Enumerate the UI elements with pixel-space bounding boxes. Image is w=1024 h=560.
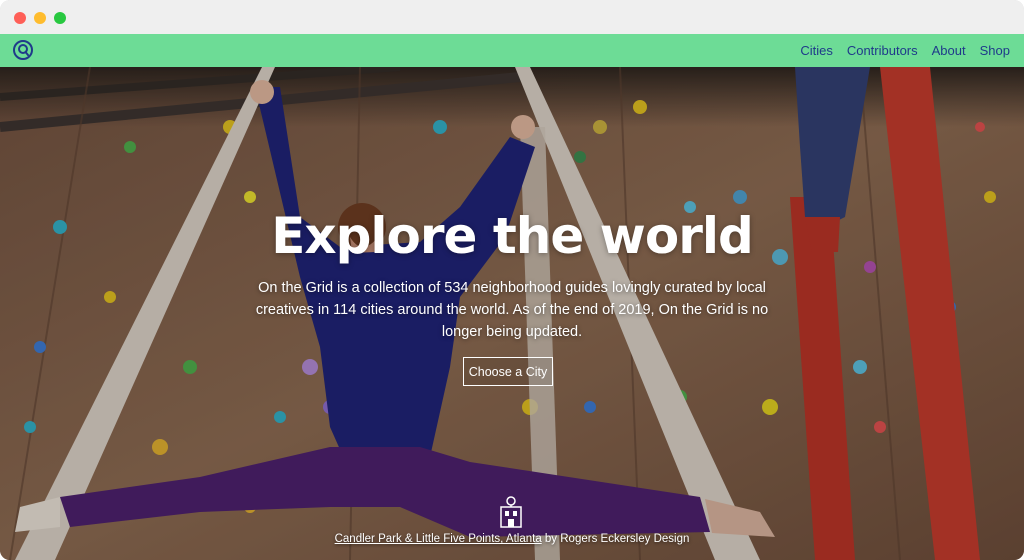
browser-window: Cities Contributors About Shop Explore t… bbox=[0, 0, 1024, 560]
credit-guide-link[interactable]: Candler Park & Little Five Points, Atlan… bbox=[335, 533, 542, 545]
nav-link-contributors[interactable]: Contributors bbox=[847, 43, 918, 58]
minimize-window-button[interactable] bbox=[34, 12, 46, 24]
hero-section: Explore the world On the Grid is a colle… bbox=[0, 67, 1024, 560]
nav-link-about[interactable]: About bbox=[932, 43, 966, 58]
choose-city-button[interactable]: Choose a City bbox=[463, 357, 553, 386]
hero-headline: Explore the world bbox=[271, 207, 754, 265]
search-logo-icon[interactable] bbox=[12, 39, 34, 61]
credit-author: by Rogers Eckersley Design bbox=[541, 533, 690, 545]
close-window-button[interactable] bbox=[14, 12, 26, 24]
maximize-window-button[interactable] bbox=[54, 12, 66, 24]
nav-links: Cities Contributors About Shop bbox=[800, 34, 1010, 67]
window-titlebar bbox=[0, 0, 1024, 34]
site-navbar: Cities Contributors About Shop bbox=[0, 34, 1024, 67]
hero-description: On the Grid is a collection of 534 neigh… bbox=[255, 280, 769, 340]
nav-link-cities[interactable]: Cities bbox=[800, 43, 833, 58]
photo-credit: Candler Park & Little Five Points, Atlan… bbox=[0, 533, 1024, 545]
nav-link-shop[interactable]: Shop bbox=[980, 43, 1010, 58]
building-illustration-icon bbox=[500, 496, 522, 528]
